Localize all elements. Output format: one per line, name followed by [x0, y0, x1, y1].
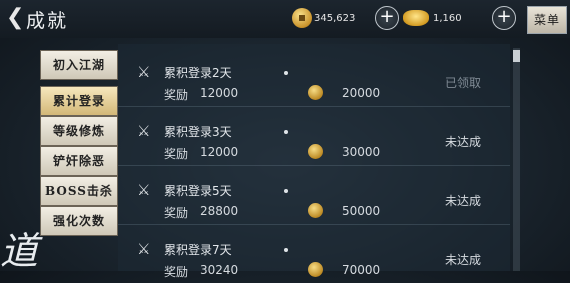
page-title: 成就	[26, 10, 69, 32]
top-bar: ❮ 成就 345,623 + 1,160 + 菜单	[0, 0, 570, 38]
reward-label: 奖励	[164, 206, 189, 220]
add-ingots-button[interactable]: +	[492, 6, 516, 30]
reward-label: 奖励	[164, 88, 189, 102]
divider-dot	[284, 248, 288, 252]
add-coins-button[interactable]: +	[375, 6, 399, 30]
tab-category[interactable]: 等级修炼	[40, 116, 118, 146]
status-incomplete: 未达成	[444, 253, 481, 267]
list-item: ⚔ 累积登录5天 奖励 28800 50000 未达成	[118, 166, 510, 225]
divider-dot	[284, 189, 288, 193]
reward-exp: 30240	[200, 263, 239, 277]
tab-category[interactable]: 铲奸除恶	[40, 146, 118, 176]
coin-amount: 345,623	[314, 12, 356, 24]
gold-ingot-icon	[403, 10, 429, 26]
list-item: ⚔ 累积登录2天 奖励 12000 20000 已领取	[118, 48, 510, 107]
gold-coin-icon	[308, 85, 323, 100]
coin-counter: 345,623	[292, 6, 355, 30]
gold-coin-icon	[292, 8, 312, 28]
scrollbar-thumb[interactable]	[513, 50, 520, 62]
reward-coin: 50000	[342, 204, 381, 218]
status-claimed: 已领取	[444, 76, 481, 90]
reward-label: 奖励	[164, 147, 189, 161]
tab-category[interactable]: 初入江湖	[40, 50, 118, 80]
reward-exp: 28800	[200, 204, 239, 218]
calligraphy-decoration: 道	[0, 229, 39, 273]
achievement-title: 累积登录5天	[164, 184, 232, 198]
reward-label: 奖励	[164, 265, 189, 279]
tab-category-active[interactable]: 累计登录	[40, 86, 118, 116]
crossed-swords-icon: ⚔	[137, 122, 151, 140]
reward-exp: 12000	[200, 145, 239, 159]
crossed-swords-icon: ⚔	[137, 63, 151, 81]
back-chevron-icon[interactable]: ❮	[6, 6, 26, 30]
crossed-swords-icon: ⚔	[137, 240, 151, 258]
achievement-list[interactable]: ⚔ 累积登录2天 奖励 12000 20000 已领取 ⚔ 累积登录3天 奖励 …	[118, 44, 510, 279]
reward-coin: 30000	[342, 145, 381, 159]
ingot-counter: 1,160	[403, 6, 462, 30]
reward-coin: 70000	[342, 263, 381, 277]
divider-dot	[284, 71, 288, 75]
gold-coin-icon	[308, 262, 323, 277]
achievement-title: 累积登录2天	[164, 66, 232, 80]
list-item: ⚔ 累积登录7天 奖励 30240 70000 未达成	[118, 225, 510, 283]
status-incomplete: 未达成	[444, 194, 481, 208]
gold-coin-icon	[308, 203, 323, 218]
gold-coin-icon	[308, 144, 323, 159]
ingot-amount: 1,160	[433, 12, 462, 24]
divider-dot	[284, 130, 288, 134]
status-incomplete: 未达成	[444, 135, 481, 149]
menu-button[interactable]: 菜单	[527, 6, 567, 34]
achievement-title: 累积登录3天	[164, 125, 232, 139]
list-item: ⚔ 累积登录3天 奖励 12000 30000 未达成	[118, 107, 510, 166]
tab-category[interactable]: BOSS击杀	[40, 176, 118, 206]
reward-exp: 12000	[200, 86, 239, 100]
reward-coin: 20000	[342, 86, 381, 100]
achievement-title: 累积登录7天	[164, 243, 232, 257]
list-scrollbar[interactable]	[513, 48, 520, 271]
crossed-swords-icon: ⚔	[137, 181, 151, 199]
